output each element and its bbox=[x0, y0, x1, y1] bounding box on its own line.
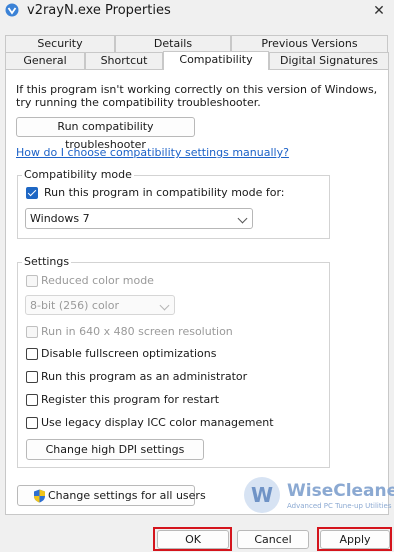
tab-general[interactable]: General bbox=[5, 52, 85, 70]
compatibility-mode-checkbox[interactable] bbox=[26, 187, 38, 199]
chevron-down-icon bbox=[237, 213, 248, 224]
intro-line-2: try running the compatibility troublesho… bbox=[16, 96, 261, 109]
tab-compatibility[interactable]: Compatibility bbox=[163, 51, 269, 70]
color-depth-select[interactable]: 8-bit (256) color bbox=[25, 295, 175, 315]
compatibility-os-value: Windows 7 bbox=[30, 212, 90, 225]
title-bar: v2rayN.exe Properties ✕ bbox=[0, 0, 394, 24]
fullscreen-optimizations-checkbox[interactable] bbox=[26, 348, 38, 360]
change-dpi-button[interactable]: Change high DPI settings bbox=[26, 439, 204, 460]
change-all-users-label: Change settings for all users bbox=[48, 489, 206, 502]
fullscreen-optimizations-label: Disable fullscreen optimizations bbox=[41, 347, 217, 360]
intro-line-1: If this program isn't working correctly … bbox=[16, 83, 378, 96]
apply-highlight-box bbox=[317, 527, 392, 551]
tab-details[interactable]: Details bbox=[115, 35, 231, 52]
change-all-users-button[interactable]: Change settings for all users bbox=[17, 485, 206, 506]
settings-label: Settings bbox=[22, 255, 72, 268]
wisecleaner-logo: W bbox=[244, 477, 280, 513]
color-depth-value: 8-bit (256) color bbox=[30, 299, 119, 312]
tab-shortcut[interactable]: Shortcut bbox=[85, 52, 163, 70]
window-title: v2rayN.exe Properties bbox=[27, 3, 171, 18]
settings-group bbox=[17, 262, 330, 468]
cancel-button[interactable]: Cancel bbox=[237, 530, 309, 549]
reduced-color-label: Reduced color mode bbox=[41, 274, 154, 287]
run-as-admin-label: Run this program as an administrator bbox=[41, 370, 248, 383]
reduced-color-checkbox[interactable] bbox=[26, 275, 38, 287]
register-restart-checkbox[interactable] bbox=[26, 394, 38, 406]
compatibility-mode-group bbox=[17, 175, 330, 239]
wisecleaner-name: WiseCleaner bbox=[287, 481, 394, 501]
app-icon bbox=[5, 3, 19, 17]
compatibility-mode-label: Compatibility mode bbox=[22, 168, 134, 181]
uac-shield-icon bbox=[34, 489, 45, 503]
wisecleaner-tagline: Advanced PC Tune-up Utilities bbox=[287, 502, 392, 510]
legacy-icc-label: Use legacy display ICC color management bbox=[41, 416, 274, 429]
register-restart-label: Register this program for restart bbox=[41, 393, 220, 406]
help-link[interactable]: How do I choose compatibility settings m… bbox=[16, 146, 289, 159]
run-as-admin-checkbox[interactable] bbox=[26, 371, 38, 383]
compatibility-mode-checkbox-label: Run this program in compatibility mode f… bbox=[44, 186, 285, 199]
compatibility-os-select[interactable]: Windows 7 bbox=[25, 208, 253, 229]
ok-highlight-box bbox=[153, 527, 232, 551]
resolution-640-label: Run in 640 x 480 screen resolution bbox=[41, 325, 233, 338]
tab-previous-versions[interactable]: Previous Versions bbox=[231, 35, 388, 52]
tab-security[interactable]: Security bbox=[5, 35, 115, 52]
tab-digital-signatures[interactable]: Digital Signatures bbox=[269, 52, 389, 70]
resolution-640-checkbox[interactable] bbox=[26, 326, 38, 338]
chevron-down-icon bbox=[159, 300, 170, 311]
close-icon[interactable]: ✕ bbox=[366, 1, 392, 21]
legacy-icc-checkbox[interactable] bbox=[26, 417, 38, 429]
run-troubleshooter-button[interactable]: Run compatibility troubleshooter bbox=[16, 117, 195, 151]
